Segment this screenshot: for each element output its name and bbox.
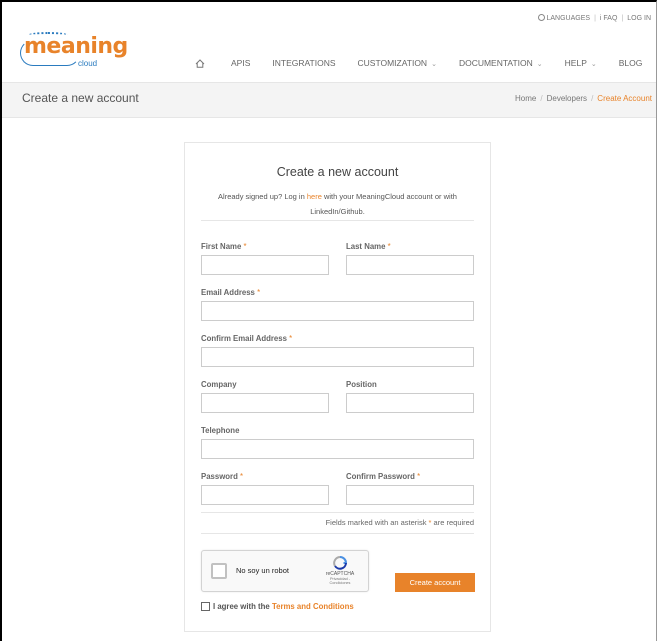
breadcrumb-developers[interactable]: Developers — [547, 94, 587, 103]
password-input[interactable] — [201, 485, 329, 505]
registration-card: Create a new account Already signed up? … — [184, 142, 491, 632]
terms-row: I agree with the Terms and Conditions — [201, 602, 354, 611]
required-note: Fields marked with an asterisk * are req… — [325, 518, 474, 527]
form-title: Create a new account — [276, 165, 399, 179]
faq-link[interactable]: i FAQ — [600, 15, 618, 22]
breadcrumb-current: Create Account — [597, 94, 652, 103]
login-link[interactable]: LOG IN — [627, 15, 651, 22]
nav-item-apis[interactable]: APIS — [231, 58, 250, 68]
meaningcloud-logo[interactable]: meaning cloud — [18, 32, 128, 72]
nav-item-customization[interactable]: CUSTOMIZATION ⌄ — [358, 58, 437, 68]
breadcrumb: Home / Developers / Create Account — [515, 94, 652, 103]
recaptcha-logo: reCAPTCHA Privacidad - Condiciones — [320, 556, 360, 588]
divider — [201, 220, 474, 221]
telephone-input[interactable] — [201, 439, 474, 459]
recaptcha-widget: No soy un robot reCAPTCHA Privacidad - C… — [201, 550, 369, 592]
login-here-link[interactable]: here — [307, 192, 322, 201]
confirm-password-input[interactable] — [346, 485, 474, 505]
email-label: Email Address * — [201, 288, 261, 297]
terms-link[interactable]: Terms and Conditions — [272, 602, 354, 611]
form-intro: Already signed up? Log in here with your… — [218, 192, 457, 216]
chevron-down-icon: ⌄ — [431, 61, 437, 68]
recaptcha-links[interactable]: Privacidad - Condiciones — [320, 577, 360, 585]
position-input[interactable] — [346, 393, 474, 413]
nav-item-help[interactable]: HELP ⌄ — [565, 58, 597, 68]
home-icon[interactable] — [195, 58, 205, 68]
last-name-input[interactable] — [346, 255, 474, 275]
chevron-down-icon: ⌄ — [536, 61, 543, 68]
create-account-button[interactable]: Create account — [395, 573, 475, 592]
nav-item-integrations[interactable]: INTEGRATIONS — [272, 58, 335, 68]
divider — [201, 533, 474, 534]
globe-icon — [537, 14, 545, 21]
recaptcha-icon — [333, 556, 348, 570]
email-input[interactable] — [201, 301, 474, 321]
password-label: Password * — [201, 472, 244, 481]
page-title: Create a new account — [22, 91, 139, 105]
breadcrumb-home[interactable]: Home — [515, 94, 536, 103]
logo-sub: cloud — [78, 59, 98, 68]
divider — [201, 512, 474, 513]
first-name-label: First Name * — [201, 242, 247, 251]
breadcrumb-bar: Create a new account Home / Developers / Cre… — [2, 82, 656, 118]
recaptcha-label: No soy un robot — [236, 566, 289, 575]
last-name-label: Last Name * — [346, 242, 391, 251]
logo-word: meaning — [24, 34, 128, 59]
recaptcha-checkbox[interactable] — [211, 563, 227, 579]
confirm-email-label: Confirm Email Address * — [201, 334, 293, 343]
confirm-password-label: Confirm Password * — [346, 472, 421, 481]
company-label: Company — [201, 380, 237, 389]
terms-checkbox[interactable] — [201, 602, 210, 611]
chevron-down-icon: ⌄ — [590, 61, 597, 68]
info-icon: i — [599, 14, 602, 22]
position-label: Position — [346, 380, 377, 389]
nav-item-blog[interactable]: BLOG — [619, 58, 643, 68]
main-nav: APIS INTEGRATIONS CUSTOMIZATION ⌄ DOCUMEN… — [195, 58, 642, 68]
telephone-label: Telephone — [201, 426, 240, 435]
languages-link[interactable]: LANGUAGES — [537, 14, 590, 22]
first-name-input[interactable] — [201, 255, 329, 275]
company-input[interactable] — [201, 393, 329, 413]
nav-item-documentation[interactable]: DOCUMENTATION ⌄ — [459, 58, 543, 68]
confirm-email-input[interactable] — [201, 347, 474, 367]
utility-bar: LANGUAGES | i FAQ | LOG IN — [537, 14, 651, 22]
